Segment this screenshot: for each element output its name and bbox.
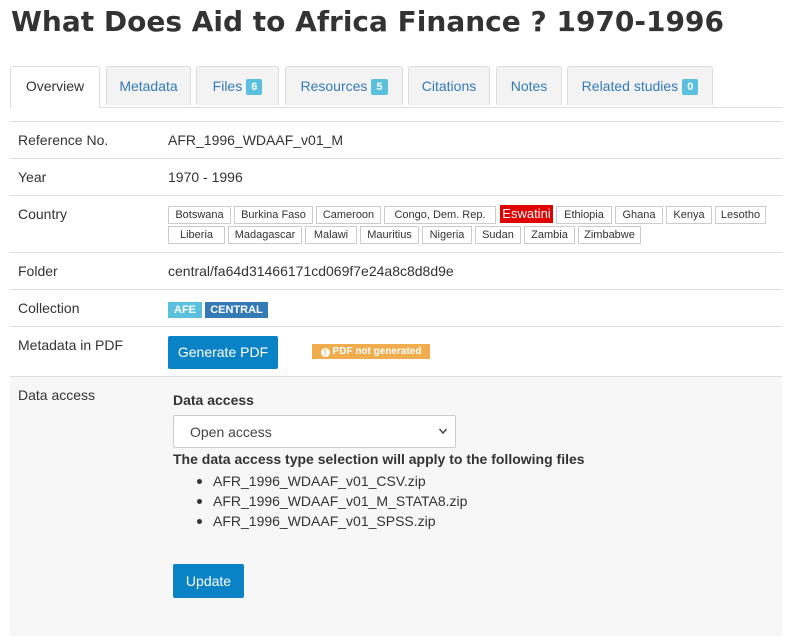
country-tag[interactable]: Botswana: [168, 206, 231, 224]
tab-label: Metadata: [119, 78, 178, 94]
country-row: Country Botswana Burkina Faso Cameroon C…: [10, 195, 782, 252]
folder-label: Folder: [18, 263, 58, 279]
tab-label: Related studies: [581, 78, 679, 94]
country-tag[interactable]: Ethiopia: [556, 206, 612, 224]
tab-label: Resources: [300, 78, 368, 94]
pdf-status-text: PDF not generated: [332, 346, 422, 357]
tab-metadata[interactable]: Metadata: [106, 66, 191, 105]
related-count-badge: 0: [682, 79, 699, 95]
country-tag[interactable]: Liberia: [168, 226, 225, 244]
bullet-icon: [197, 519, 202, 524]
country-tag[interactable]: Cameroon: [316, 206, 381, 224]
reference-label: Reference No.: [18, 132, 109, 148]
folder-row: Folder central/fa64d31466171cd069f7e24a8…: [10, 252, 782, 289]
country-tag[interactable]: Zambia: [524, 226, 575, 244]
resources-count-badge: 5: [371, 79, 388, 95]
bullet-icon: [197, 479, 202, 484]
data-access-row: Data access Data access Open access The …: [10, 376, 782, 636]
folder-value: central/fa64d31466171cd069f7e24a8c8d8d9e: [168, 263, 454, 279]
data-access-heading: Data access: [173, 392, 254, 408]
data-access-select[interactable]: Open access: [173, 415, 456, 448]
country-tag[interactable]: Madagascar: [228, 226, 302, 244]
data-access-note: The data access type selection will appl…: [173, 451, 585, 467]
list-item: AFR_1996_WDAAF_v01_SPSS.zip: [197, 511, 467, 531]
list-item: AFR_1996_WDAAF_v01_CSV.zip: [197, 471, 467, 491]
collection-row: Collection AFE CENTRAL: [10, 289, 782, 326]
exclamation-circle-icon: !: [320, 348, 330, 357]
collection-label: Collection: [18, 300, 80, 316]
year-row: Year 1970 - 1996: [10, 158, 782, 195]
metadata-pdf-row: Metadata in PDF Generate PDF ! PDF not ge…: [10, 326, 782, 376]
reference-row: Reference No. AFR_1996_WDAAF_v01_M: [10, 121, 782, 158]
country-tag[interactable]: Sudan: [475, 226, 521, 244]
country-tag-highlighted[interactable]: Eswatini: [500, 205, 553, 223]
list-item: AFR_1996_WDAAF_v01_M_STATA8.zip: [197, 491, 467, 511]
collection-badge-central[interactable]: CENTRAL: [205, 302, 268, 318]
country-tag[interactable]: Malawi: [305, 226, 357, 244]
files-count-badge: 6: [246, 79, 263, 95]
file-name: AFR_1996_WDAAF_v01_M_STATA8.zip: [213, 493, 468, 509]
file-name: AFR_1996_WDAAF_v01_CSV.zip: [213, 473, 426, 489]
tab-bar: Overview Metadata Files 6 Resources 5 Cita…: [10, 66, 782, 108]
country-tag[interactable]: Ghana: [615, 206, 663, 224]
tab-label: Overview: [25, 78, 85, 94]
tab-files[interactable]: Files 6: [196, 66, 279, 105]
tab-notes[interactable]: Notes: [496, 66, 562, 105]
country-tag[interactable]: Nigeria: [422, 226, 472, 244]
data-access-label: Data access: [18, 387, 96, 403]
tab-overview[interactable]: Overview: [10, 66, 100, 108]
update-button[interactable]: Update: [173, 564, 244, 598]
country-tag[interactable]: Kenya: [666, 206, 712, 224]
country-tag[interactable]: Burkina Faso: [234, 206, 313, 224]
country-tag[interactable]: Lesotho: [715, 206, 766, 224]
chevron-down-icon: [439, 428, 447, 435]
country-label: Country: [18, 206, 68, 222]
metadata-pdf-label: Metadata in PDF: [18, 337, 124, 353]
country-tag[interactable]: Zimbabwe: [578, 226, 641, 244]
tab-label: Citations: [421, 78, 477, 94]
page-title: What Does Aid to Africa Finance ? 1970-1…: [11, 5, 724, 38]
country-tag[interactable]: Congo, Dem. Rep.: [384, 206, 496, 224]
bullet-icon: [197, 499, 202, 504]
tab-related-studies[interactable]: Related studies 0: [567, 66, 713, 105]
tab-label: Notes: [510, 78, 548, 94]
data-access-selected: Open access: [190, 424, 272, 440]
tab-label: Files: [212, 78, 243, 94]
reference-value: AFR_1996_WDAAF_v01_M: [168, 132, 344, 148]
file-list: AFR_1996_WDAAF_v01_CSV.zip AFR_1996_WDAA…: [197, 471, 467, 531]
country-tag[interactable]: Mauritius: [360, 226, 419, 244]
year-value: 1970 - 1996: [168, 169, 243, 185]
collection-badge-afe[interactable]: AFE: [168, 302, 202, 318]
year-label: Year: [18, 169, 47, 185]
tab-citations[interactable]: Citations: [408, 66, 490, 105]
tab-resources[interactable]: Resources 5: [285, 66, 403, 105]
file-name: AFR_1996_WDAAF_v01_SPSS.zip: [213, 513, 436, 529]
generate-pdf-button[interactable]: Generate PDF: [168, 336, 278, 369]
pdf-status-badge: ! PDF not generated: [312, 344, 430, 359]
